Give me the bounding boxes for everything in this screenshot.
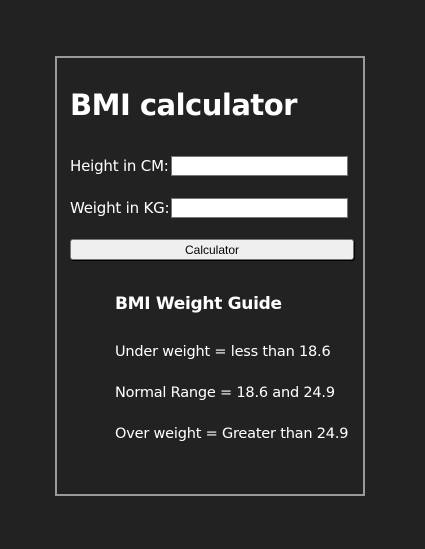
weight-input[interactable] — [171, 198, 349, 218]
guide-title: BMI Weight Guide — [115, 294, 282, 314]
weight-row: Weight in KG: — [70, 198, 349, 218]
guide-item-overweight: Over weight = Greater than 24.9 — [115, 426, 349, 442]
guide-item-normal: Normal Range = 18.6 and 24.9 — [115, 385, 335, 401]
height-row: Height in CM: — [70, 156, 348, 176]
weight-label: Weight in KG: — [70, 199, 170, 217]
bmi-calculator-card: BMI calculator Height in CM: Weight in K… — [55, 56, 365, 496]
height-label: Height in CM: — [70, 157, 169, 175]
height-input[interactable] — [170, 156, 348, 176]
guide-item-underweight: Under weight = less than 18.6 — [115, 344, 331, 360]
page-title: BMI calculator — [70, 88, 297, 122]
bmi-weight-guide: BMI Weight Guide Under weight = less tha… — [115, 294, 350, 442]
calculate-button[interactable]: Calculator — [70, 239, 354, 260]
